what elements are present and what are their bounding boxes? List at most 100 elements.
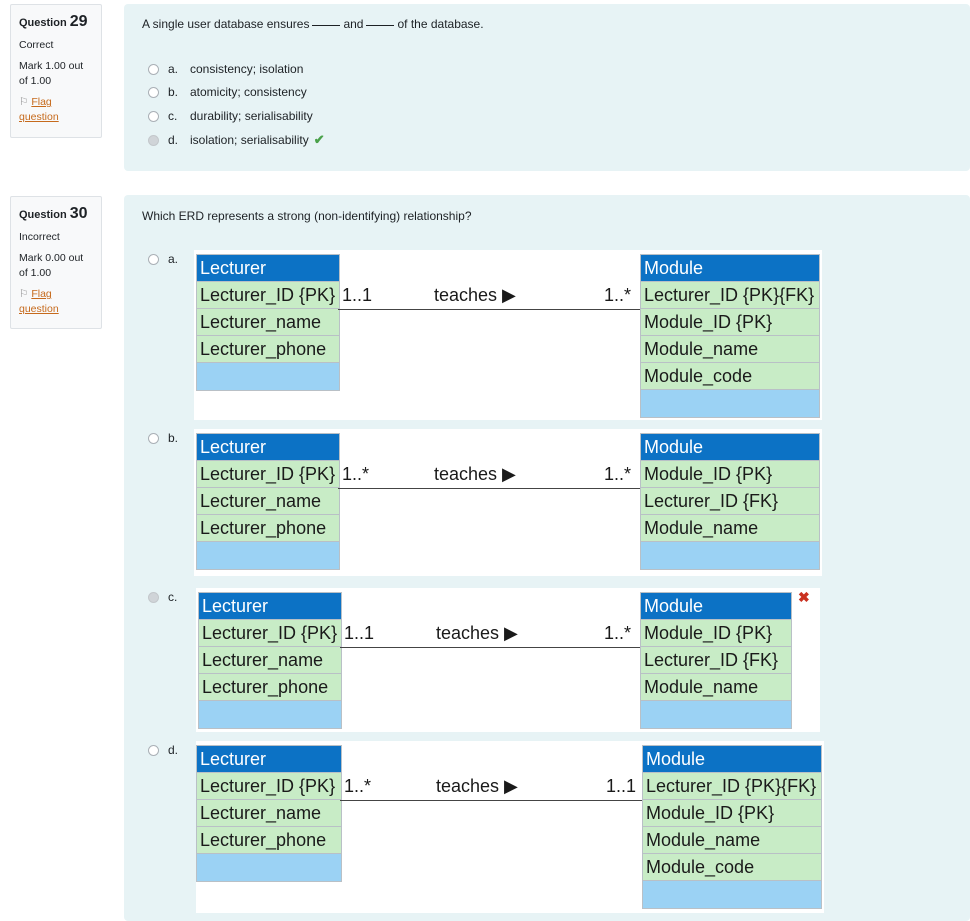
attribute: Module_name bbox=[641, 336, 819, 363]
radio-d[interactable] bbox=[148, 134, 159, 146]
option-text: atomicity; consistency bbox=[190, 85, 307, 99]
option-text: consistency; isolation bbox=[190, 62, 304, 76]
empty-row bbox=[199, 701, 341, 728]
q29-grade: Mark 1.00 out of 1.00 bbox=[19, 60, 84, 87]
attribute: Lecturer_phone bbox=[197, 515, 339, 542]
right-multiplicity: 1..* bbox=[604, 464, 632, 484]
q30-number: Question 30 bbox=[19, 205, 88, 222]
empty-row bbox=[641, 701, 791, 728]
blank-2 bbox=[366, 25, 395, 26]
attribute: Lecturer_ID {FK} bbox=[641, 647, 791, 674]
attribute: Lecturer_phone bbox=[197, 827, 341, 854]
attribute: Lecturer_ID {FK} bbox=[641, 488, 819, 515]
radio-b[interactable] bbox=[148, 86, 159, 98]
empty-row bbox=[641, 542, 819, 569]
relationship-name: teaches ▶ bbox=[436, 623, 518, 643]
q30-question-text: Which ERD represents a strong (non-ident… bbox=[142, 209, 472, 223]
empty-row bbox=[197, 363, 339, 390]
right-multiplicity: 1..* bbox=[604, 623, 632, 643]
flag-icon: ⚐ bbox=[19, 288, 29, 300]
entity-name: Module bbox=[641, 255, 819, 282]
attribute: Module_ID {PK} bbox=[641, 309, 819, 336]
q29-info-panel: Question 29 Correct Mark 1.00 out of 1.0… bbox=[10, 4, 102, 138]
radio-c[interactable] bbox=[148, 592, 159, 603]
radio-c[interactable] bbox=[148, 110, 159, 122]
relationship-line bbox=[340, 800, 642, 801]
empty-row bbox=[643, 881, 821, 908]
module-entity: Module Lecturer_ID {PK}{FK} Module_ID {P… bbox=[640, 254, 820, 418]
radio-a[interactable] bbox=[148, 254, 159, 265]
empty-row bbox=[197, 542, 339, 569]
q29-option-c[interactable]: c. durability; serialisability bbox=[148, 109, 313, 123]
attribute: Module_name bbox=[641, 515, 819, 542]
entity-name: Module bbox=[643, 746, 821, 773]
erd-option-b: Lecturer Lecturer_ID {PK} Lecturer_name … bbox=[194, 429, 822, 576]
attribute: Lecturer_ID {PK}{FK} bbox=[643, 773, 821, 800]
entity-name: Lecturer bbox=[197, 746, 341, 773]
entity-name: Module bbox=[641, 593, 791, 620]
entity-name: Lecturer bbox=[199, 593, 341, 620]
radio-d[interactable] bbox=[148, 745, 159, 756]
check-icon: ✔ bbox=[313, 132, 325, 147]
erd-option-a: Lecturer Lecturer_ID {PK} Lecturer_name … bbox=[194, 250, 822, 420]
option-text: isolation; serialisability bbox=[190, 133, 309, 147]
right-multiplicity: 1..* bbox=[604, 285, 632, 305]
lecturer-entity: Lecturer Lecturer_ID {PK} Lecturer_name … bbox=[196, 254, 340, 391]
lecturer-entity: Lecturer Lecturer_ID {PK} Lecturer_name … bbox=[198, 592, 342, 729]
q29-option-a[interactable]: a. consistency; isolation bbox=[148, 62, 303, 76]
attribute: Module_name bbox=[641, 674, 791, 701]
q30-flag-link[interactable]: ⚐ Flag question bbox=[19, 287, 93, 317]
attribute: Lecturer_name bbox=[197, 309, 339, 336]
relationship-line bbox=[338, 488, 640, 489]
q29-option-b[interactable]: b. atomicity; consistency bbox=[148, 85, 307, 99]
module-entity: Module Module_ID {PK} Lecturer_ID {FK} M… bbox=[640, 592, 792, 729]
attribute: Lecturer_name bbox=[197, 800, 341, 827]
attribute: Module_code bbox=[643, 854, 821, 881]
erd-option-c: Lecturer Lecturer_ID {PK} Lecturer_name … bbox=[196, 588, 820, 732]
option-text: durability; serialisability bbox=[190, 109, 313, 123]
relationship-name: teaches ▶ bbox=[434, 464, 516, 484]
attribute: Lecturer_phone bbox=[197, 336, 339, 363]
q30-info-panel: Question 30 Incorrect Mark 0.00 out of 1… bbox=[10, 196, 102, 329]
attribute: Lecturer_phone bbox=[199, 674, 341, 701]
relationship-line bbox=[338, 309, 640, 310]
radio-b[interactable] bbox=[148, 433, 159, 444]
attribute: Lecturer_name bbox=[197, 488, 339, 515]
cross-icon: ✖ bbox=[798, 589, 810, 605]
attribute: Module_ID {PK} bbox=[641, 620, 791, 647]
q29-content: A single user database ensures and of the … bbox=[124, 4, 970, 171]
q30-grade: Mark 0.00 out of 1.00 bbox=[19, 252, 84, 279]
module-entity: Module Lecturer_ID {PK}{FK} Module_ID {P… bbox=[642, 745, 822, 909]
left-multiplicity: 1..1 bbox=[344, 623, 375, 643]
attribute: Lecturer_ID {PK} bbox=[197, 282, 339, 309]
q29-flag-link[interactable]: ⚐ Flag question bbox=[19, 95, 93, 125]
left-multiplicity: 1..* bbox=[344, 776, 372, 796]
radio-a[interactable] bbox=[148, 63, 159, 75]
empty-row bbox=[641, 390, 819, 417]
erd-option-d: Lecturer Lecturer_ID {PK} Lecturer_name … bbox=[196, 741, 824, 913]
q30-content: Which ERD represents a strong (non-ident… bbox=[124, 195, 970, 921]
left-multiplicity: 1..* bbox=[342, 464, 370, 484]
module-entity: Module Module_ID {PK} Lecturer_ID {FK} M… bbox=[640, 433, 820, 570]
q29-question-text: A single user database ensures and of the … bbox=[142, 17, 484, 31]
attribute: Lecturer_ID {PK} bbox=[199, 620, 341, 647]
attribute: Module_code bbox=[641, 363, 819, 390]
empty-row bbox=[197, 854, 341, 881]
entity-name: Module bbox=[641, 434, 819, 461]
q29-state: Correct bbox=[19, 39, 54, 51]
blank-1 bbox=[312, 25, 341, 26]
relationship-name: teaches ▶ bbox=[436, 776, 518, 796]
q29-number: Question 29 bbox=[19, 13, 88, 30]
relationship-name: teaches ▶ bbox=[434, 285, 516, 305]
relationship-line bbox=[340, 647, 640, 648]
attribute: Lecturer_ID {PK} bbox=[197, 773, 341, 800]
attribute: Module_ID {PK} bbox=[643, 800, 821, 827]
left-multiplicity: 1..1 bbox=[342, 285, 373, 305]
flag-icon: ⚐ bbox=[19, 96, 29, 108]
q30-state: Incorrect bbox=[19, 231, 60, 243]
attribute: Module_ID {PK} bbox=[641, 461, 819, 488]
q29-option-d[interactable]: d. isolation; serialisability ✔ bbox=[148, 132, 325, 148]
attribute: Lecturer_name bbox=[199, 647, 341, 674]
attribute: Module_name bbox=[643, 827, 821, 854]
entity-name: Lecturer bbox=[197, 434, 339, 461]
